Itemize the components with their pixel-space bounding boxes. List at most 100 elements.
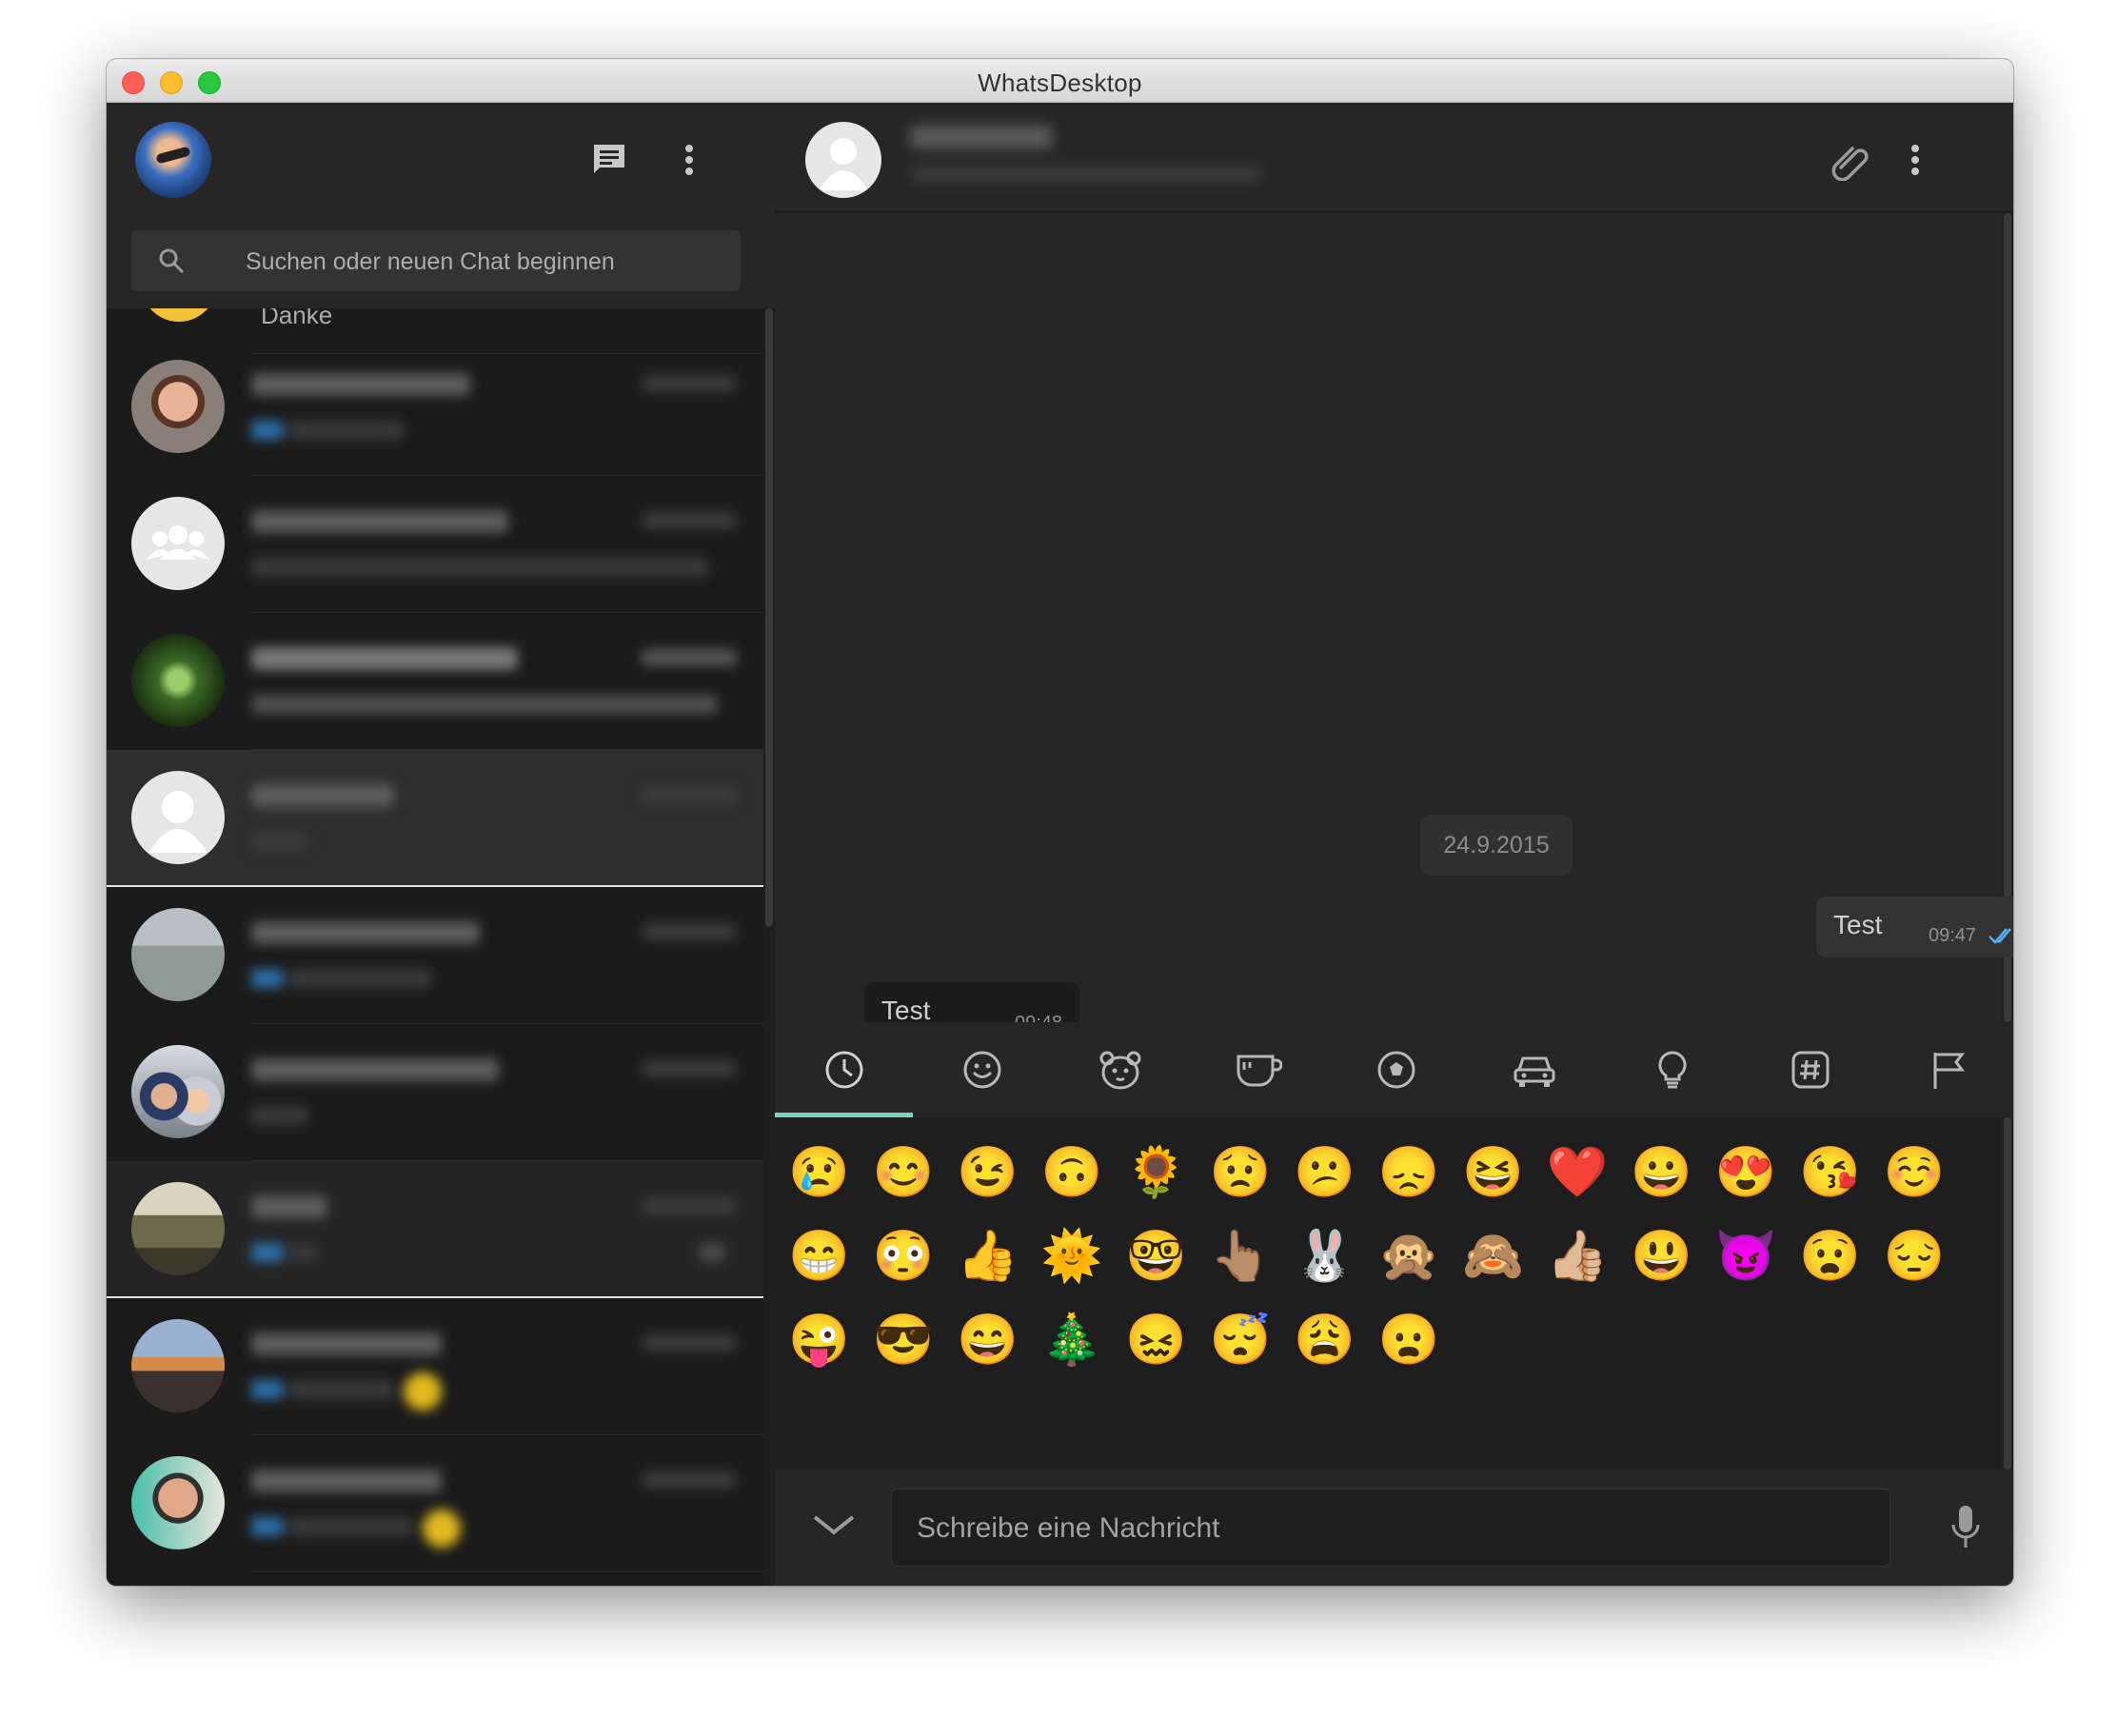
outgoing-message[interactable]: Test 09:47 [1816, 897, 2013, 957]
chat-list: Danke [107, 308, 763, 1586]
date-chip: 24.9.2015 [1420, 815, 1573, 876]
emoji-button[interactable]: 👆🏽 [1210, 1226, 1272, 1287]
smiley-icon [963, 1051, 1000, 1089]
emoji-button[interactable]: 🎄 [1041, 1310, 1103, 1371]
emoji-button[interactable]: 😁 [788, 1226, 850, 1287]
new-chat-icon[interactable] [590, 141, 628, 184]
emoji-button[interactable]: 👍 [957, 1226, 1019, 1287]
tab-sports[interactable] [1327, 1022, 1465, 1117]
emoji-button[interactable]: 👍🏼 [1547, 1226, 1609, 1287]
emoji-scrollbar[interactable] [2002, 1117, 2013, 1470]
emoji-button[interactable]: 😀 [1631, 1142, 1692, 1203]
chat-preview: Danke [261, 308, 333, 329]
emoji-button[interactable]: 😆 [1462, 1142, 1524, 1203]
emoji-button[interactable]: 😉 [957, 1142, 1019, 1203]
flags-icon [1933, 1053, 1965, 1089]
list-item[interactable] [107, 1435, 763, 1572]
avatar [131, 1045, 225, 1138]
emoji-button[interactable]: 😃 [1631, 1226, 1692, 1287]
emoji-button[interactable]: 😩 [1294, 1310, 1355, 1371]
avatar [141, 308, 217, 322]
list-item[interactable] [107, 750, 763, 887]
default-user-icon [819, 138, 868, 190]
list-item[interactable] [107, 887, 763, 1024]
emoji-button[interactable]: 😞 [1378, 1142, 1440, 1203]
chat-list-panel: Danke [107, 103, 775, 1586]
default-user-icon [148, 791, 208, 853]
symbols-icon [1791, 1051, 1829, 1089]
emoji-button[interactable]: 😄 [957, 1310, 1019, 1371]
list-item[interactable] [107, 1024, 763, 1161]
emoji-button[interactable]: 😖 [1125, 1310, 1187, 1371]
search-input[interactable] [244, 230, 723, 293]
list-item[interactable] [107, 1161, 763, 1298]
tab-food[interactable] [1189, 1022, 1327, 1117]
emoji-button[interactable]: ❤️ [1547, 1142, 1609, 1203]
message-text: Test [1833, 910, 1883, 939]
emoji-button[interactable]: 😧 [1799, 1226, 1861, 1287]
animal-icon [1099, 1051, 1140, 1090]
tab-flags[interactable] [1879, 1022, 2013, 1117]
attach-icon[interactable] [1830, 139, 1871, 186]
emoji-button[interactable]: 🌞 [1041, 1226, 1103, 1287]
emoji-button[interactable]: 😍 [1715, 1142, 1777, 1203]
emoji-button[interactable]: ☺️ [1884, 1142, 1946, 1203]
sports-icon [1377, 1051, 1415, 1089]
list-item[interactable] [107, 476, 763, 613]
app-window: WhatsDesktop Danke [107, 59, 2013, 1586]
tab-symbols[interactable] [1741, 1022, 1879, 1117]
contact-avatar[interactable] [805, 122, 881, 198]
list-item[interactable] [107, 1298, 763, 1435]
emoji-button[interactable]: 😳 [873, 1226, 935, 1287]
microphone-icon[interactable] [1949, 1504, 1982, 1556]
title-bar: WhatsDesktop [107, 59, 2013, 103]
tab-smileys[interactable] [913, 1022, 1051, 1117]
emoji-button[interactable]: 🙃 [1041, 1142, 1103, 1203]
tab-travel[interactable] [1465, 1022, 1603, 1117]
read-tick-icon [1988, 925, 2013, 951]
menu-dots-icon[interactable] [683, 141, 695, 184]
emoji-button[interactable]: 🙊 [1378, 1226, 1440, 1287]
avatar [131, 1456, 225, 1549]
avatar [131, 771, 225, 864]
emoji-button[interactable]: 😕 [1294, 1142, 1355, 1203]
sidebar-header [107, 103, 775, 215]
emoji-button[interactable]: 🐰 [1294, 1226, 1355, 1287]
emoji-button[interactable]: 😴 [1210, 1310, 1272, 1371]
emoji-button[interactable]: 😢 [788, 1142, 850, 1203]
emoji-button[interactable]: 😦 [1378, 1310, 1440, 1371]
emoji-button[interactable]: 😎 [873, 1310, 935, 1371]
emoji-button[interactable]: 😈 [1715, 1226, 1777, 1287]
emoji-button[interactable]: 🤓 [1125, 1226, 1187, 1287]
emoji-button[interactable]: 🙈 [1462, 1226, 1524, 1287]
my-profile-avatar[interactable] [135, 122, 211, 198]
emoji-button[interactable]: 😔 [1884, 1226, 1946, 1287]
emoji-grid: 😢 😊 😉 🙃 🌻 😟 😕 😞 😆 ❤️ 😀 😍 😘 ☺️ 😁 😳 👍 🌞 🤓 👆🏽 🐰 🙊 🙈 👍🏼 😃 😈 😧 😔 😜 😎 😄 🎄 😖 😴 😩 😦 [775, 1117, 2002, 1470]
emoji-button[interactable]: 🌻 [1125, 1142, 1187, 1203]
avatar [131, 908, 225, 1001]
travel-icon [1514, 1056, 1554, 1087]
list-item[interactable] [107, 613, 763, 750]
tab-animals[interactable] [1051, 1022, 1189, 1117]
avatar [131, 1319, 225, 1412]
contact-info[interactable] [910, 124, 1272, 190]
window-title: WhatsDesktop [978, 69, 1142, 97]
tab-objects[interactable] [1603, 1022, 1741, 1117]
chat-list-scrollbar[interactable] [763, 308, 775, 1586]
list-item[interactable] [107, 339, 763, 476]
search-box[interactable] [131, 230, 741, 293]
chevron-down-icon[interactable] [811, 1511, 857, 1543]
message-input-box[interactable] [891, 1489, 1890, 1568]
message-composer [775, 1470, 2013, 1586]
emoji-button[interactable]: 😘 [1799, 1142, 1861, 1203]
recent-icon [825, 1051, 862, 1089]
conversation-menu-icon[interactable] [1909, 141, 1921, 184]
emoji-button[interactable]: 😊 [873, 1142, 935, 1203]
tab-recent[interactable] [775, 1022, 913, 1117]
emoji-button[interactable]: 😟 [1210, 1142, 1272, 1203]
emoji-button[interactable]: 😜 [788, 1310, 850, 1371]
avatar [131, 497, 225, 590]
objects-icon [1657, 1051, 1687, 1089]
message-input[interactable] [915, 1489, 1861, 1568]
group-icon [147, 525, 209, 560]
